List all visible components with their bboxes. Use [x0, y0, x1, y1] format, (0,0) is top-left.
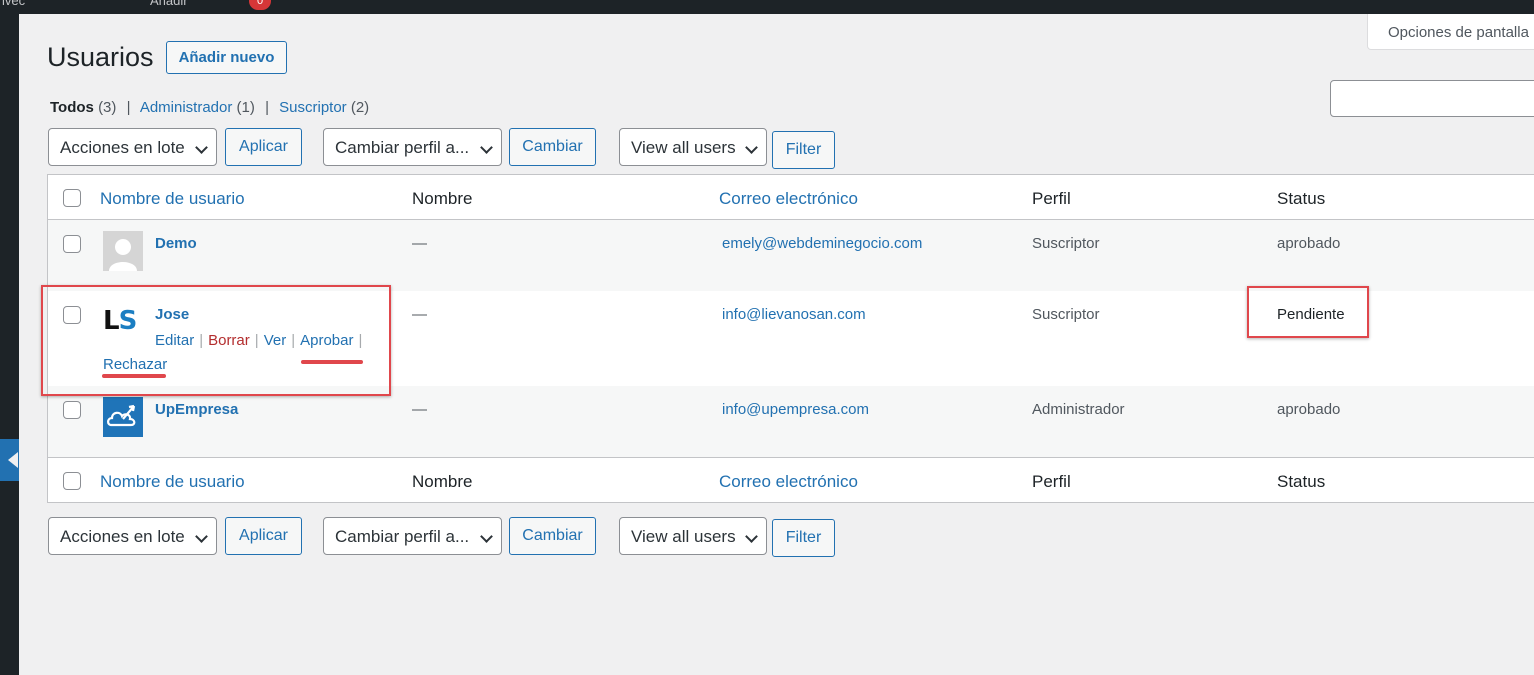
filter-separator: |	[126, 99, 131, 116]
name-cell: —	[412, 306, 427, 323]
table-row	[48, 220, 1534, 291]
column-footer-username[interactable]: Nombre de usuario	[100, 472, 245, 492]
column-header-username[interactable]: Nombre de usuario	[100, 189, 245, 209]
chevron-down-icon	[195, 530, 208, 543]
status-cell: aprobado	[1277, 235, 1341, 252]
search-users-input[interactable]	[1330, 80, 1534, 117]
collapse-menu-icon[interactable]	[0, 439, 19, 481]
filter-admin-count: (1)	[236, 99, 255, 116]
screen-options-tab[interactable]: Opciones de pantalla	[1367, 14, 1534, 50]
filter-separator: |	[265, 99, 269, 116]
email-link[interactable]: info@upempresa.com	[722, 401, 869, 418]
role-cell: Suscriptor	[1032, 235, 1100, 252]
highlight-box-status	[1247, 286, 1369, 338]
row-checkbox[interactable]	[63, 235, 81, 253]
column-header-name: Nombre	[412, 189, 473, 208]
apply-button-bottom[interactable]: Aplicar	[225, 517, 302, 555]
bulk-actions-select-top[interactable]: Acciones en lote	[48, 128, 217, 166]
filter-subscriber-link[interactable]: Suscriptor	[279, 99, 347, 116]
select-all-checkbox[interactable]	[63, 189, 81, 207]
column-footer-role: Perfil	[1032, 472, 1071, 491]
bulk-actions-select-bottom[interactable]: Acciones en lote	[48, 517, 217, 555]
underline-reject	[102, 374, 166, 378]
chevron-down-icon	[745, 530, 758, 543]
row-checkbox[interactable]	[63, 401, 81, 419]
table-row	[48, 386, 1534, 457]
underline-approve	[301, 360, 363, 364]
filter-all-label[interactable]: Todos	[50, 99, 94, 116]
default-avatar-icon	[103, 231, 143, 271]
view-users-select-bottom[interactable]: View all users	[619, 517, 767, 555]
highlight-box-user-actions	[41, 285, 391, 396]
cloud-rocket-avatar-icon	[103, 397, 143, 437]
chevron-down-icon	[480, 141, 493, 154]
column-header-role: Perfil	[1032, 189, 1071, 208]
column-footer-name: Nombre	[412, 472, 473, 491]
chevron-down-icon	[745, 141, 758, 154]
bulk-actions-value: Acciones en lote	[60, 527, 185, 546]
email-link[interactable]: info@lievanosan.com	[722, 306, 866, 323]
chevron-down-icon	[195, 141, 208, 154]
chevron-down-icon	[480, 530, 493, 543]
change-role-select-bottom[interactable]: Cambiar perfil a...	[323, 517, 502, 555]
comments-count-badge[interactable]: 0	[249, 0, 271, 10]
role-cell: Administrador	[1032, 401, 1125, 418]
filter-subscriber-count: (2)	[350, 99, 370, 116]
username-link[interactable]: Demo	[155, 235, 197, 252]
add-new-user-button[interactable]: Añadir nuevo	[166, 41, 287, 74]
column-header-email[interactable]: Correo electrónico	[719, 189, 858, 209]
role-cell: Suscriptor	[1032, 306, 1100, 323]
column-footer-email[interactable]: Correo electrónico	[719, 472, 858, 492]
change-button-bottom[interactable]: Cambiar	[509, 517, 596, 555]
adminbar-new-item[interactable]: Añadir	[150, 0, 188, 8]
apply-button-top[interactable]: Aplicar	[225, 128, 302, 166]
name-cell: —	[412, 235, 427, 252]
filter-all-count: (3)	[98, 99, 117, 116]
view-users-value: View all users	[631, 138, 736, 157]
change-role-value: Cambiar perfil a...	[335, 138, 470, 157]
name-cell: —	[412, 401, 427, 418]
email-link[interactable]: emely@webdeminegocio.com	[722, 235, 922, 252]
adminbar-site-item[interactable]: ivec	[2, 0, 25, 8]
change-role-select-top[interactable]: Cambiar perfil a...	[323, 128, 502, 166]
change-button-top[interactable]: Cambiar	[509, 128, 596, 166]
view-users-select-top[interactable]: View all users	[619, 128, 767, 166]
bulk-actions-value: Acciones en lote	[60, 138, 185, 157]
role-filter-links: Todos (3) | Administrador (1) | Suscript…	[50, 99, 369, 116]
filter-button-bottom[interactable]: Filter	[772, 519, 835, 557]
change-role-value: Cambiar perfil a...	[335, 527, 470, 546]
filter-admin-link[interactable]: Administrador	[140, 99, 233, 116]
filter-button-top[interactable]: Filter	[772, 131, 835, 169]
admin-bar: ivec Añadir 0	[0, 0, 1534, 14]
page-title: Usuarios	[47, 42, 154, 72]
footer-divider	[48, 457, 1534, 458]
admin-sidebar	[0, 14, 19, 675]
view-users-value: View all users	[631, 527, 736, 546]
select-all-checkbox-footer[interactable]	[63, 472, 81, 490]
column-footer-status: Status	[1277, 472, 1326, 491]
column-header-status: Status	[1277, 189, 1326, 208]
username-link[interactable]: UpEmpresa	[155, 401, 238, 418]
status-cell: aprobado	[1277, 401, 1341, 418]
